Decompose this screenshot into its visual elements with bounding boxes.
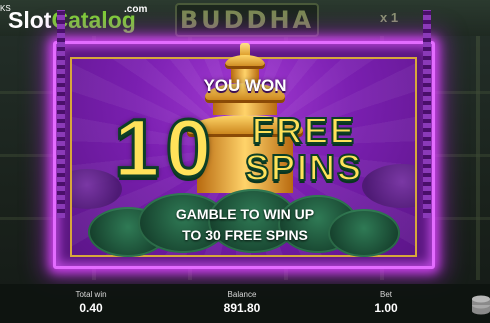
bet-value: 1.00 bbox=[374, 301, 398, 315]
popup-right-ornament bbox=[423, 10, 431, 218]
bet-display[interactable]: Bet 1.00 bbox=[368, 290, 404, 316]
free-label: FREE bbox=[251, 110, 357, 152]
gamble-offer-line-2[interactable]: TO 30 FREE SPINS bbox=[0, 227, 490, 243]
multiplier-indicator: x 1 bbox=[380, 10, 399, 25]
game-title: BUDDHA bbox=[175, 3, 319, 37]
bet-label: Bet bbox=[379, 290, 392, 299]
total-win-label: Total win bbox=[75, 290, 107, 299]
balance-value: 891.80 bbox=[223, 301, 261, 315]
you-won-heading: YOU WON bbox=[203, 76, 287, 95]
slotcatalog-watermark-logo: SlotCatalog .com bbox=[8, 5, 147, 33]
game-stage: BUDDHA x 1 KS SlotCatalog .com YOU WON 1… bbox=[0, 0, 490, 323]
watermark-tld-text: .com bbox=[124, 4, 148, 15]
free-spins-count: 10 bbox=[113, 102, 218, 195]
coins-stack-icon[interactable] bbox=[470, 292, 490, 316]
gamble-offer-line-1[interactable]: GAMBLE TO WIN UP bbox=[0, 206, 490, 222]
watermark-slot-text: Slot bbox=[8, 7, 52, 33]
spins-label: SPINS bbox=[244, 147, 364, 189]
total-win-display: Total win 0.40 bbox=[70, 290, 112, 316]
balance-display: Balance 891.80 bbox=[214, 290, 270, 316]
balance-label: Balance bbox=[227, 290, 257, 299]
total-win-value: 0.40 bbox=[79, 301, 103, 315]
popup-left-ornament bbox=[57, 10, 65, 218]
temple-roof-top bbox=[225, 55, 265, 69]
